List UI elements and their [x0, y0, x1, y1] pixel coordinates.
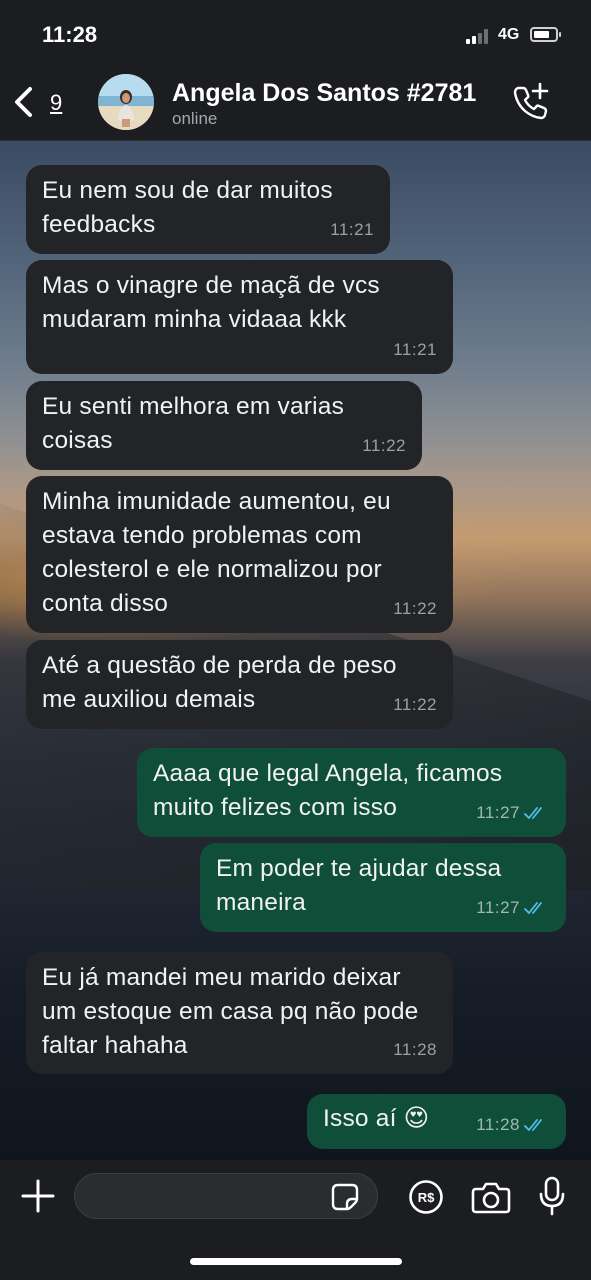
message-time: 11:22 [393, 695, 437, 714]
unread-count-badge[interactable]: 9 [50, 90, 62, 116]
message-time: 11:21 [330, 220, 374, 239]
add-call-icon[interactable] [510, 82, 552, 122]
contact-status: online [172, 109, 218, 128]
message-time: 11:21 [393, 340, 437, 359]
chat-header: 9 Angela Dos Santos #2781 online [0, 66, 591, 141]
message-text: Eu nem sou de dar muitos feedbacks [42, 177, 333, 238]
message-bubble-incoming[interactable]: Eu nem sou de dar muitos feedbacks 11:21 [26, 165, 390, 254]
home-indicator[interactable] [190, 1258, 402, 1265]
message-text: Em poder te ajudar dessa maneira [216, 855, 502, 916]
message-time: 11:28 [393, 1040, 437, 1059]
avatar[interactable] [98, 74, 154, 130]
plus-icon[interactable] [20, 1178, 56, 1214]
camera-icon[interactable] [471, 1180, 511, 1214]
message-text: Aaaa que legal Angela, ficamos muito fel… [153, 760, 503, 821]
back-chevron-icon[interactable] [12, 86, 36, 118]
pay-icon[interactable]: R$ [408, 1179, 444, 1215]
contact-name[interactable]: Angela Dos Santos #2781 [172, 79, 476, 108]
network-type: 4G [498, 26, 520, 43]
message-bubble-incoming[interactable]: Minha imunidade aumentou, eu estava tend… [26, 476, 453, 633]
message-text: Até a questão de perda de peso me auxili… [42, 652, 397, 713]
message-text: Eu senti melhora em varias coisas [42, 393, 345, 454]
status-time: 11:28 [42, 22, 98, 47]
message-time: 11:27 [476, 803, 520, 822]
read-receipt-icon [524, 1119, 542, 1131]
message-text: Isso aí 😍 [323, 1105, 430, 1132]
read-receipt-icon [524, 807, 542, 819]
svg-text:R$: R$ [418, 1190, 435, 1205]
message-bubble-incoming[interactable]: Eu senti melhora em varias coisas 11:22 [26, 381, 422, 470]
message-bubble-incoming[interactable]: Mas o vinagre de maçã de vcs mudaram min… [26, 260, 453, 374]
message-time: 11:22 [362, 436, 406, 455]
microphone-icon[interactable] [538, 1176, 566, 1216]
message-bubble-incoming[interactable]: Eu já mandei meu marido deixar um estoqu… [26, 952, 453, 1074]
signal-icon [466, 28, 492, 44]
message-bubble-incoming[interactable]: Até a questão de perda de peso me auxili… [26, 640, 453, 729]
message-text: Minha imunidade aumentou, eu estava tend… [42, 488, 391, 617]
message-time: 11:22 [393, 599, 437, 618]
read-receipt-icon [524, 902, 542, 914]
message-composer-bar: R$ [0, 1160, 591, 1280]
message-bubble-outgoing[interactable]: Aaaa que legal Angela, ficamos muito fel… [137, 748, 566, 837]
message-bubble-outgoing[interactable]: Em poder te ajudar dessa maneira 11:27 [200, 843, 566, 932]
message-bubble-outgoing[interactable]: Isso aí 😍 11:28 [307, 1094, 566, 1149]
battery-icon [530, 27, 561, 42]
status-bar: 11:28 4G [0, 0, 591, 66]
message-text: Eu já mandei meu marido deixar um estoqu… [42, 964, 419, 1059]
message-time: 11:27 [476, 898, 520, 917]
message-time: 11:28 [476, 1115, 520, 1134]
sticker-icon[interactable] [330, 1182, 360, 1212]
message-text: Mas o vinagre de maçã de vcs mudaram min… [42, 272, 380, 333]
